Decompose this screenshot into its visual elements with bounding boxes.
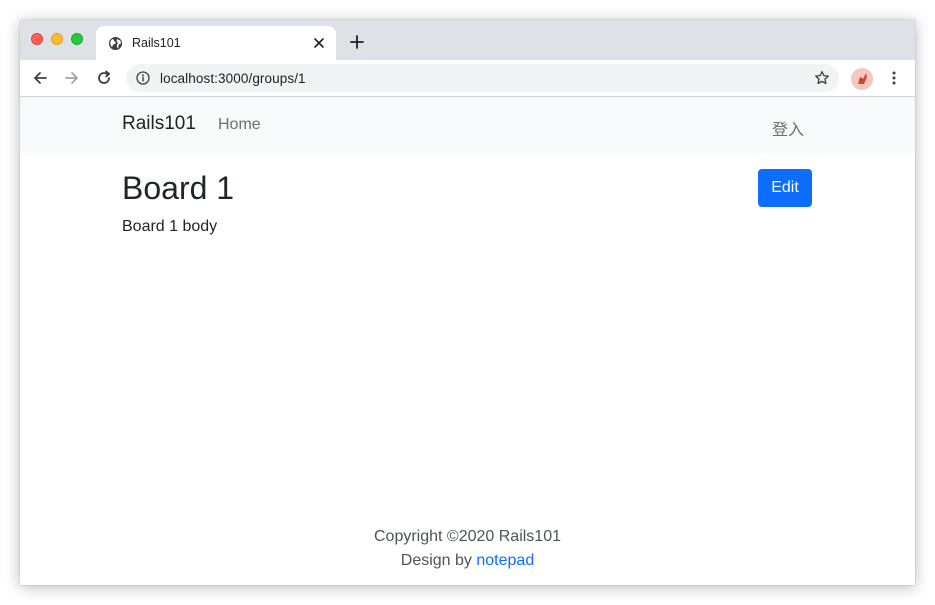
tab-strip: Rails101 [20,20,915,60]
close-window-button[interactable] [31,33,43,45]
nav-link-login[interactable]: 登入 [772,116,804,140]
tab-title: Rails101 [132,36,181,50]
browser-toolbar: localhost:3000/groups/1 [20,60,915,97]
close-tab-icon[interactable] [310,34,328,52]
footer-design-prefix: Design by [400,552,472,569]
address-bar[interactable]: localhost:3000/groups/1 [126,64,839,92]
info-icon[interactable] [136,71,150,85]
site-footer: Copyright ©2020 Rails101 Design by notep… [20,525,915,573]
more-vertical-icon[interactable] [886,68,902,88]
navbar-brand[interactable]: Rails101 [122,113,196,135]
footer-design-line: Design by notepad [20,549,915,573]
forward-arrow-icon[interactable] [62,68,82,88]
globe-icon [108,36,123,51]
profile-avatar[interactable] [851,68,873,90]
board-body-text: Board 1 body [122,218,218,235]
tab-rails101[interactable]: Rails101 [96,26,336,60]
url-text[interactable]: localhost:3000/groups/1 [160,71,306,86]
page-content: Rails101 Home 登入 Board 1 Edit Board 1 bo… [20,97,915,585]
minimize-window-button[interactable] [51,33,63,45]
nav-link-home[interactable]: Home [218,116,261,134]
browser-window: Rails101 localhost:3000/groups/1 Rails10… [20,20,915,585]
new-tab-plus-icon[interactable] [347,32,367,52]
page-title: Board 1 [122,170,235,206]
site-navbar: Rails101 Home 登入 [20,97,915,153]
back-arrow-icon[interactable] [30,68,50,88]
reload-icon[interactable] [94,68,114,88]
zoom-window-button[interactable] [71,33,83,45]
bookmark-star-icon[interactable] [813,69,831,87]
footer-design-link[interactable]: notepad [476,552,534,569]
footer-copyright: Copyright ©2020 Rails101 [373,528,561,545]
edit-button[interactable]: Edit [758,169,812,207]
